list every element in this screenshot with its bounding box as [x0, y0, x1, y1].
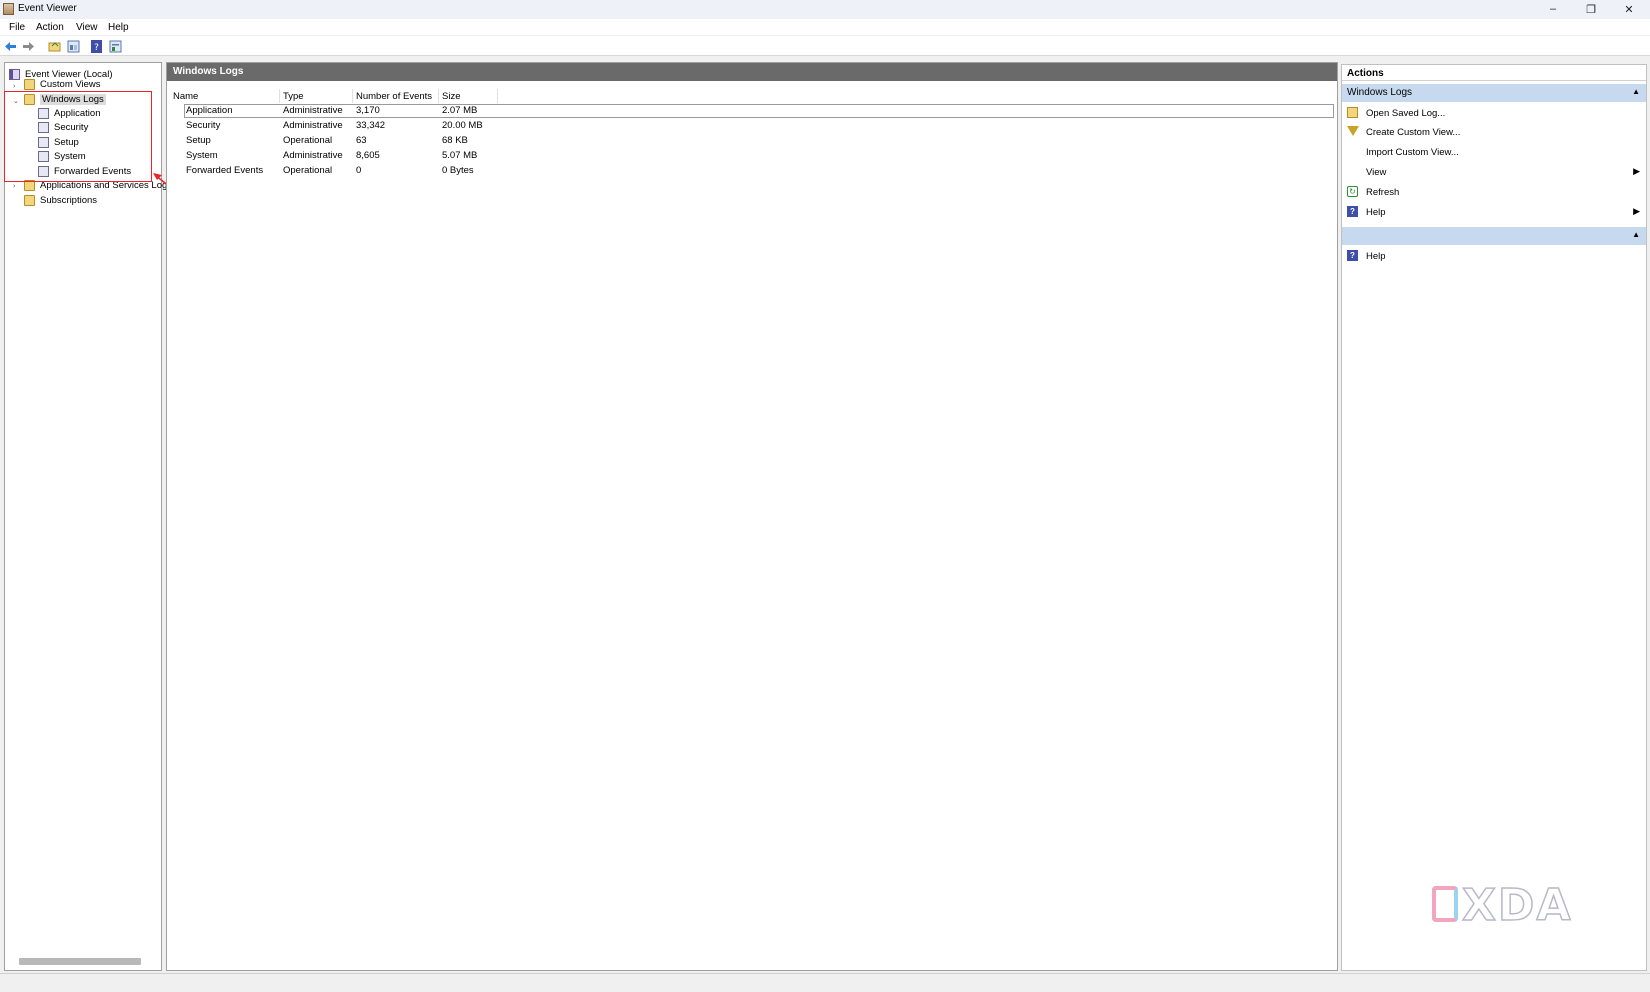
refresh-icon: ↻	[1347, 186, 1358, 197]
cell-size: 2.07 MB	[442, 105, 478, 116]
cell-type: Administrative	[283, 120, 343, 131]
table-row[interactable]: Setup Operational 63 68 KB	[167, 134, 1337, 148]
minimize-button[interactable]: –	[1538, 0, 1568, 18]
toolbar: ?	[0, 36, 1650, 88]
action-label: Refresh	[1366, 186, 1400, 198]
submenu-arrow-icon: ▶	[1633, 166, 1640, 176]
cell-type: Administrative	[283, 105, 343, 116]
column-header-number-of-events[interactable]: Number of Events	[356, 91, 432, 102]
help-icon[interactable]: ?	[90, 40, 103, 53]
action-view[interactable]: View ▶	[1342, 163, 1646, 181]
horizontal-scrollbar-thumb[interactable]	[19, 958, 141, 965]
action-label: Import Custom View...	[1366, 146, 1459, 158]
cell-number-of-events: 8,605	[356, 150, 380, 161]
annotation-highlight-box	[4, 91, 152, 182]
action-help[interactable]: ? Help ▶	[1342, 203, 1646, 221]
cell-number-of-events: 0	[356, 165, 362, 176]
cell-number-of-events: 33,342	[356, 120, 386, 131]
open-log-icon	[1347, 107, 1358, 118]
cell-size: 5.07 MB	[442, 150, 478, 161]
show-hide-tree-icon[interactable]	[67, 40, 80, 53]
menu-bar: File Action View Help	[0, 19, 1650, 35]
actions-section-windows-logs[interactable]: Windows Logs ▲	[1342, 84, 1646, 102]
cell-type: Administrative	[283, 150, 343, 161]
windows-logs-list-pane: Windows Logs Name Type Number of Events …	[166, 62, 1338, 971]
action-label: Create Custom View...	[1366, 126, 1461, 138]
action-label: Open Saved Log...	[1366, 107, 1446, 119]
back-arrow-icon[interactable]	[4, 40, 17, 53]
forward-arrow-icon[interactable]	[22, 40, 35, 53]
cell-number-of-events: 63	[356, 135, 367, 146]
column-header-size[interactable]: Size	[442, 91, 460, 102]
action-refresh[interactable]: ↻ Refresh	[1342, 183, 1646, 201]
help-icon: ?	[1347, 206, 1358, 217]
svg-text:?: ?	[94, 43, 99, 53]
action-help-2[interactable]: ? Help	[1342, 247, 1646, 265]
cell-name: System	[186, 150, 218, 161]
subscriptions-icon	[24, 194, 35, 206]
tree-item-custom-views[interactable]: Custom Views	[24, 77, 101, 91]
action-import-custom-view[interactable]: Import Custom View...	[1342, 143, 1646, 161]
collapse-caret-icon[interactable]: ▲	[1632, 230, 1640, 239]
navigation-tree-pane[interactable]: Event Viewer (Local) › Custom Views ⌄ Wi…	[4, 62, 167, 971]
cell-size: 0 Bytes	[442, 165, 474, 176]
table-row[interactable]: Forwarded Events Operational 0 0 Bytes	[167, 164, 1337, 178]
open-folder-icon[interactable]	[48, 40, 61, 53]
section-label: Windows Logs	[1347, 87, 1413, 98]
properties-icon[interactable]	[109, 40, 122, 53]
close-button[interactable]: ✕	[1614, 0, 1644, 18]
xda-logo-bracket	[1432, 886, 1458, 922]
cell-number-of-events: 3,170	[356, 105, 380, 116]
menu-action[interactable]: Action	[36, 22, 64, 33]
window-title: Event Viewer	[18, 3, 77, 14]
action-label: Help	[1366, 206, 1386, 218]
xda-watermark-logo: XDA	[1461, 879, 1573, 932]
table-row[interactable]: Application Administrative 3,170 2.07 MB	[167, 104, 1337, 118]
event-viewer-app-icon	[3, 3, 14, 15]
submenu-arrow-icon: ▶	[1633, 206, 1640, 216]
table-row[interactable]: System Administrative 8,605 5.07 MB	[167, 149, 1337, 163]
cell-name: Forwarded Events	[186, 165, 264, 176]
expand-chevron-icon[interactable]: ›	[13, 183, 15, 190]
action-label: Help	[1366, 250, 1386, 262]
cell-size: 68 KB	[442, 135, 468, 146]
actions-title: Actions	[1342, 65, 1646, 81]
tree-item-subscriptions[interactable]: Subscriptions	[24, 193, 97, 207]
column-header-name[interactable]: Name	[173, 91, 198, 102]
column-header-type[interactable]: Type	[283, 91, 304, 102]
actions-section-selected-item[interactable]: ▲	[1342, 227, 1646, 245]
cell-name: Setup	[186, 135, 211, 146]
expand-chevron-icon[interactable]: ›	[13, 83, 15, 90]
cell-name: Security	[186, 120, 221, 131]
title-bar: Event Viewer – ❐ ✕	[0, 0, 1650, 18]
collapse-caret-icon[interactable]: ▲	[1632, 87, 1640, 96]
tree-item-label: Custom Views	[40, 78, 101, 90]
action-open-saved-log[interactable]: Open Saved Log...	[1342, 104, 1646, 122]
cell-type: Operational	[283, 135, 333, 146]
actions-pane: Actions Windows Logs ▲ Open Saved Log...…	[1341, 64, 1647, 971]
menu-file[interactable]: File	[9, 22, 25, 33]
action-create-custom-view[interactable]: Create Custom View...	[1342, 123, 1646, 141]
cell-name: Application	[186, 105, 233, 116]
table-row[interactable]: Security Administrative 33,342 20.00 MB	[167, 119, 1337, 133]
menu-help[interactable]: Help	[108, 22, 129, 33]
tree-item-label: Subscriptions	[40, 194, 98, 206]
folder-icon	[24, 78, 35, 90]
cell-size: 20.00 MB	[442, 120, 483, 131]
help-icon: ?	[1347, 250, 1358, 261]
cell-type: Operational	[283, 165, 333, 176]
menu-view[interactable]: View	[76, 22, 98, 33]
filter-icon	[1347, 126, 1359, 136]
pane-header: Windows Logs	[167, 63, 1337, 81]
status-bar	[0, 973, 1650, 992]
action-label: View	[1366, 166, 1387, 178]
event-viewer-icon	[9, 68, 20, 80]
restore-button[interactable]: ❐	[1576, 0, 1606, 18]
